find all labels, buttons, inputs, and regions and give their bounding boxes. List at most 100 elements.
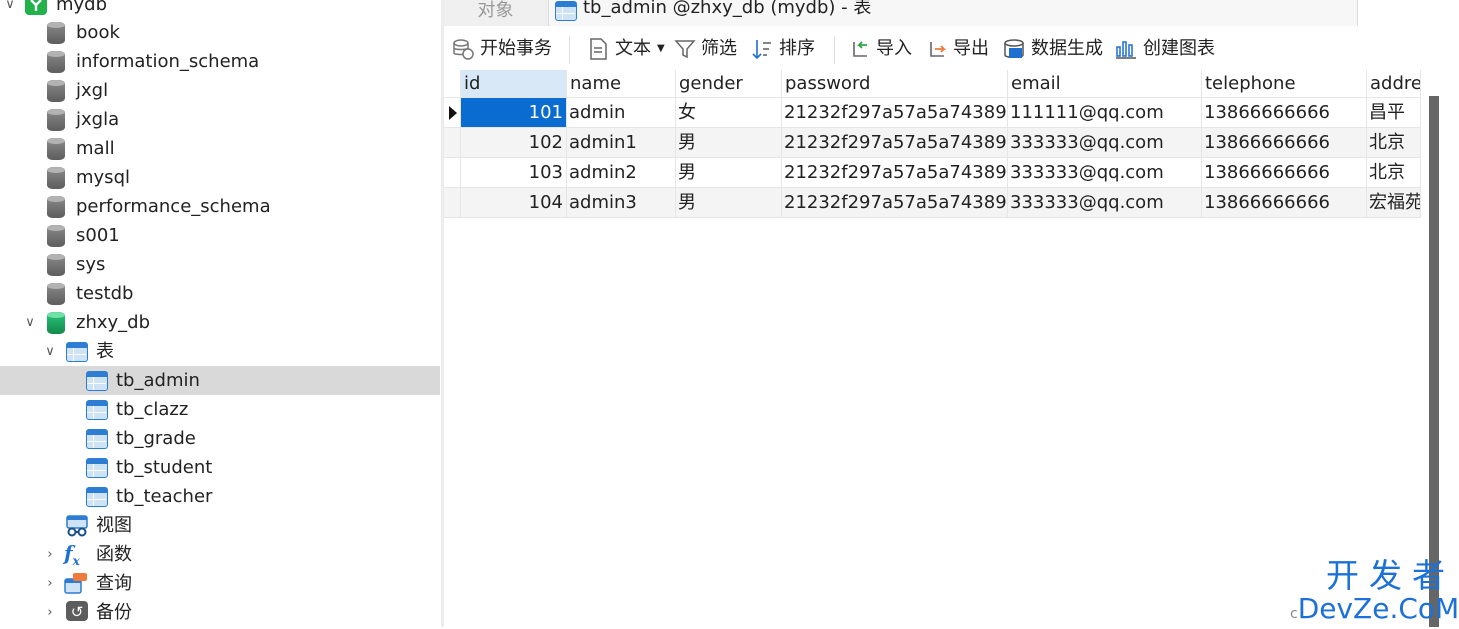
begin-transaction-button[interactable]: 开始事务 [452,36,554,62]
cell-telephone[interactable]: 13866666666 [1202,158,1367,188]
chevron-down-icon[interactable]: ∨ [2,0,18,19]
cell-email[interactable]: 333333@qq.com [1008,188,1202,218]
export-button[interactable]: 导出 [926,36,992,62]
data-generation-button[interactable]: 数据生成 [1003,36,1107,62]
cell-telephone[interactable]: 13866666666 [1202,188,1367,218]
tree-db-mall[interactable]: mall [0,134,440,163]
cell-name[interactable]: admin3 [567,188,676,218]
data-grid[interactable]: id name gender password email telephone addre … [444,70,1421,627]
cell-addre[interactable]: 北京 [1367,128,1421,158]
chevron-right-icon[interactable]: › [42,540,58,569]
tab-objects[interactable]: 对象 [444,0,547,26]
table-row[interactable]: 103 admin2 男 21232f297a57a5a743894 333333@qq… [444,158,1421,188]
toolbar-separator [834,36,835,64]
chevron-down-icon[interactable]: ∨ [22,308,38,337]
database-icon [46,109,68,131]
create-chart-button[interactable]: 创建图表 [1115,36,1219,62]
tree-connection-mydb[interactable]: ∨ mydb [0,0,440,19]
cell-id[interactable]: 101 [461,98,567,128]
vertical-scrollbar[interactable] [1421,70,1459,627]
tree-table-tb_admin[interactable]: tb_admin [0,366,440,395]
cell-password[interactable]: 21232f297a57a5a743894 [782,188,1008,218]
database-icon [46,196,68,218]
column-header-password[interactable]: password [782,70,1008,98]
tree-group-queries[interactable]: › 查询 [0,569,440,598]
cell-name[interactable]: admin1 [567,128,676,158]
cell-email[interactable]: 333333@qq.com [1008,128,1202,158]
row-header[interactable] [444,188,461,218]
cell-name[interactable]: admin2 [567,158,676,188]
tree-label: tb_admin [116,370,200,391]
tree-db-mysql[interactable]: mysql [0,163,440,192]
cell-id[interactable]: 104 [461,188,567,218]
tree-db-sys[interactable]: sys [0,250,440,279]
tab-table-tb_admin[interactable]: tb_admin @zhxy_db (mydb) - 表 [548,0,1358,26]
toolbar-label: 筛选 [701,38,737,59]
grid-corner[interactable] [444,70,461,98]
tree-group-functions[interactable]: › fx 函数 [0,540,440,569]
toolbar: 开始事务 文本 ▼ 筛选 排序 导入 导出 数据生成 创建图表 [444,26,1459,70]
chevron-down-icon[interactable]: ∨ [42,337,58,366]
cell-email[interactable]: 111111@qq.com [1008,98,1202,128]
column-header-id[interactable]: id [461,70,567,98]
chevron-right-icon[interactable]: › [42,569,58,598]
database-icon [46,225,68,247]
tree-table-tb_student[interactable]: tb_student [0,453,440,482]
column-header-email[interactable]: email [1008,70,1202,98]
tree-db-book[interactable]: book [0,18,440,47]
tree-db-information_schema[interactable]: information_schema [0,47,440,76]
database-icon [46,22,68,44]
table-row[interactable]: 104 admin3 男 21232f297a57a5a743894 333333@qq… [444,188,1421,218]
tree-label: jxgl [76,80,109,101]
table-icon [86,458,108,478]
filter-button[interactable]: 筛选 [674,36,740,62]
table-row[interactable]: 101 admin 女 21232f297a57a5a743894 111111@qq.… [444,98,1421,128]
tree-label: tb_teacher [116,486,213,507]
tree-db-jxgla[interactable]: jxgla [0,105,440,134]
cell-gender[interactable]: 男 [676,188,782,218]
cell-password[interactable]: 21232f297a57a5a743894 [782,158,1008,188]
tree-table-tb_clazz[interactable]: tb_clazz [0,395,440,424]
table-group-icon [66,342,88,362]
cell-addre[interactable]: 宏福苑 [1367,188,1421,218]
text-view-dropdown[interactable]: 文本 ▼ [587,36,667,62]
tree-db-zhxy_db[interactable]: ∨ zhxy_db [0,308,440,337]
column-header-addre[interactable]: addre [1367,70,1421,98]
view-icon [66,515,88,537]
sort-button[interactable]: 排序 [751,36,817,62]
database-icon [46,138,68,160]
cell-telephone[interactable]: 13866666666 [1202,98,1367,128]
cell-addre[interactable]: 北京 [1367,158,1421,188]
column-header-name[interactable]: name [567,70,676,98]
cell-name[interactable]: admin [567,98,676,128]
tree-db-testdb[interactable]: testdb [0,279,440,308]
cell-gender[interactable]: 女 [676,98,782,128]
row-header[interactable] [444,98,461,128]
row-header[interactable] [444,158,461,188]
tree-table-tb_teacher[interactable]: tb_teacher [0,482,440,511]
tree-group-tables[interactable]: ∨ 表 [0,337,440,366]
scrollbar-thumb[interactable] [1429,96,1439,627]
cell-password[interactable]: 21232f297a57a5a743894 [782,98,1008,128]
cell-email[interactable]: 333333@qq.com [1008,158,1202,188]
cell-gender[interactable]: 男 [676,158,782,188]
row-header[interactable] [444,128,461,158]
tree-db-jxgl[interactable]: jxgl [0,76,440,105]
cell-id[interactable]: 102 [461,128,567,158]
tree-group-backups[interactable]: › ↺ 备份 [0,598,440,627]
tree-db-s001[interactable]: s001 [0,221,440,250]
cell-id[interactable]: 103 [461,158,567,188]
table-row[interactable]: 102 admin1 男 21232f297a57a5a743894 333333@qq… [444,128,1421,158]
cell-telephone[interactable]: 13866666666 [1202,128,1367,158]
cell-gender[interactable]: 男 [676,128,782,158]
cell-addre[interactable]: 昌平 [1367,98,1421,128]
cell-password[interactable]: 21232f297a57a5a743894 [782,128,1008,158]
tree-table-tb_grade[interactable]: tb_grade [0,424,440,453]
column-header-telephone[interactable]: telephone [1202,70,1367,98]
document-icon [587,38,609,60]
import-button[interactable]: 导入 [849,36,915,62]
tree-group-views[interactable]: 视图 [0,511,440,540]
tree-db-performance_schema[interactable]: performance_schema [0,192,440,221]
chevron-right-icon[interactable]: › [42,598,58,627]
column-header-gender[interactable]: gender [676,70,782,98]
